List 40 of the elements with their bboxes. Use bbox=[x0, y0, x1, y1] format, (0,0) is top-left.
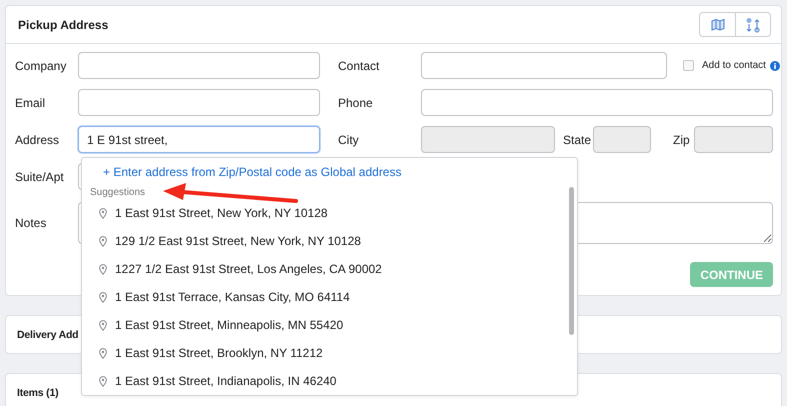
input-field[interactable] bbox=[421, 52, 667, 79]
field-label: Contact bbox=[338, 58, 380, 72]
field-label: City bbox=[338, 132, 360, 146]
field-label: Notes bbox=[15, 216, 48, 230]
scrollbar[interactable] bbox=[569, 187, 574, 335]
address-suggestion[interactable]: 1 East 91st Street, Indianapolis, IN 46240 bbox=[82, 367, 336, 395]
address-suggestion[interactable]: 1 East 91st Terrace, Kansas City, MO 64114 bbox=[82, 283, 350, 311]
location-pin-icon bbox=[99, 292, 107, 302]
field-label: Phone bbox=[338, 96, 374, 110]
location-pin-icon bbox=[99, 348, 107, 358]
swap-arrows-icon bbox=[745, 16, 761, 32]
field-label: Suite/Apt bbox=[15, 170, 65, 184]
add-to-contact-checkbox[interactable] bbox=[683, 60, 694, 71]
section-title: Pickup Address bbox=[18, 18, 108, 32]
address-suggestion[interactable]: 1227 1/2 East 91st Street, Los Angeles, CA 90002 bbox=[82, 255, 382, 283]
field-label: Address bbox=[15, 132, 60, 146]
location-pin-icon bbox=[99, 376, 107, 386]
input-field[interactable] bbox=[78, 52, 320, 79]
address-suggestion[interactable]: 129 1/2 East 91st Street, New York, NY 10128 bbox=[82, 227, 361, 255]
input-field[interactable] bbox=[78, 89, 320, 116]
global-address-link[interactable]: + Enter address from Zip/Postal code as Global address bbox=[103, 165, 402, 179]
field-label: Email bbox=[15, 96, 46, 110]
input-field[interactable] bbox=[421, 89, 773, 116]
address-suggestion[interactable]: 1 East 91st Street, New York, NY 10128 bbox=[82, 199, 328, 227]
address-suggestion[interactable]: 1 East 91st Street, Brooklyn, NY 11212 bbox=[82, 339, 323, 367]
location-pin-icon bbox=[99, 320, 107, 330]
input-field[interactable]: 1 E 91st street, bbox=[78, 126, 320, 153]
suggestions-heading: Suggestions bbox=[90, 187, 146, 198]
route-button[interactable] bbox=[735, 13, 770, 36]
section-title: Items (1) bbox=[17, 387, 58, 399]
location-pin-icon bbox=[99, 264, 107, 274]
field-label: Company bbox=[15, 58, 68, 72]
location-pin-icon bbox=[99, 208, 107, 218]
add-to-contact-label: Add to contact bbox=[702, 60, 766, 71]
field-label: State bbox=[563, 132, 592, 146]
map-icon bbox=[710, 18, 724, 31]
address-suggestion[interactable]: 1 East 91st Street, Minneapolis, MN 55420 bbox=[82, 311, 344, 339]
field-label: Zip bbox=[673, 132, 691, 146]
location-pin-icon bbox=[99, 236, 107, 246]
section-title: Delivery Add bbox=[17, 329, 78, 341]
